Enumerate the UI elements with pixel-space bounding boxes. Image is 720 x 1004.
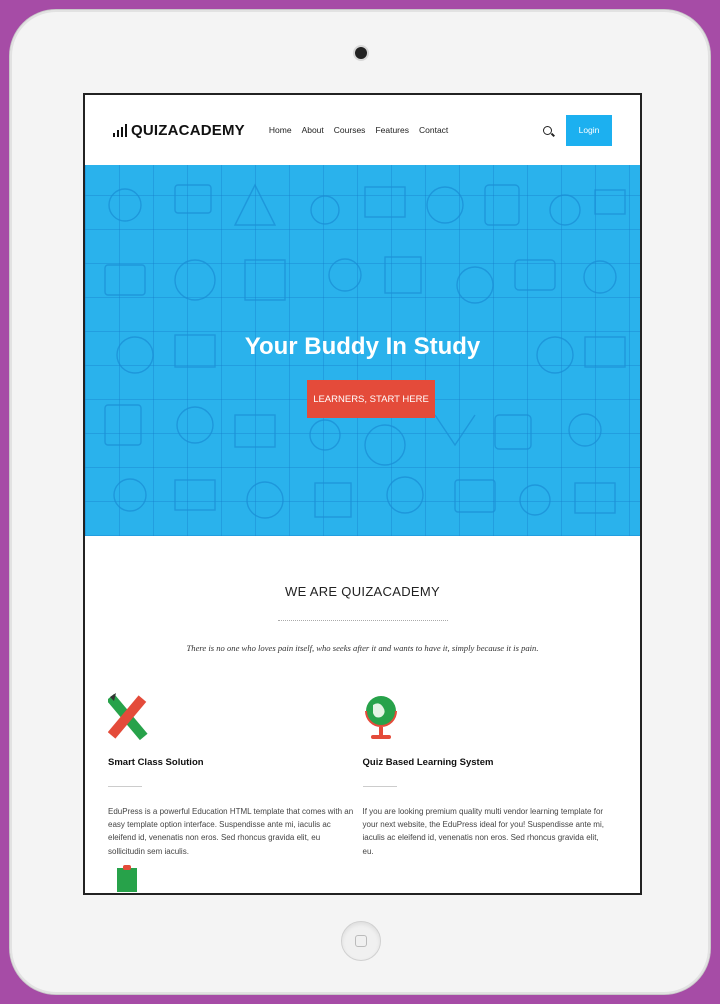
search-icon[interactable] [543, 125, 552, 135]
feature-text: If you are looking premium quality multi… [362, 807, 604, 856]
about-quote: There is no one who loves pain itself, w… [186, 643, 539, 653]
nav-courses[interactable]: Courses [334, 125, 366, 135]
hero-cta-button[interactable]: LEARNERS, START HERE [307, 380, 435, 418]
nav-features[interactable]: Features [375, 125, 409, 135]
camera-icon [355, 47, 367, 59]
tablet-screen: QUIZACADEMY Home About Courses Features … [83, 93, 642, 895]
nav-home[interactable]: Home [269, 125, 292, 135]
feature-text: EduPress is a powerful Education HTML te… [108, 807, 354, 856]
nav-about[interactable]: About [302, 125, 324, 135]
hero-title: Your Buddy In Study [244, 333, 481, 360]
main-nav: Home About Courses Features Contact [269, 125, 448, 135]
clipboard-icon [117, 865, 137, 892]
header-actions: Login [543, 114, 612, 146]
globe-icon [363, 691, 618, 743]
features-row: Smart Class Solution EduPress is a power… [85, 691, 640, 858]
nav-contact[interactable]: Contact [419, 125, 448, 135]
site-logo[interactable]: QUIZACADEMY [113, 122, 245, 139]
pencil-ruler-icon [106, 691, 363, 743]
tablet-frame: QUIZACADEMY Home About Courses Features … [10, 10, 710, 994]
signal-bars-icon [113, 123, 127, 137]
feature-card: Smart Class Solution EduPress is a power… [106, 691, 363, 858]
home-button[interactable] [341, 921, 381, 961]
hero-banner: Your Buddy In Study LEARNERS, START HERE [85, 165, 640, 536]
feature-title: Smart Class Solution [108, 757, 204, 768]
about-title: WE ARE QUIZACADEMY [285, 584, 440, 599]
login-button[interactable]: Login [566, 114, 612, 146]
feature-divider [108, 786, 142, 787]
feature-card: Quiz Based Learning System If you are lo… [362, 691, 618, 858]
website-viewport: QUIZACADEMY Home About Courses Features … [85, 95, 640, 893]
about-divider [277, 620, 448, 621]
site-header: QUIZACADEMY Home About Courses Features … [85, 95, 640, 165]
feature-divider [362, 786, 397, 787]
feature-title: Quiz Based Learning System [362, 757, 494, 768]
logo-text: QUIZACADEMY [131, 121, 245, 139]
